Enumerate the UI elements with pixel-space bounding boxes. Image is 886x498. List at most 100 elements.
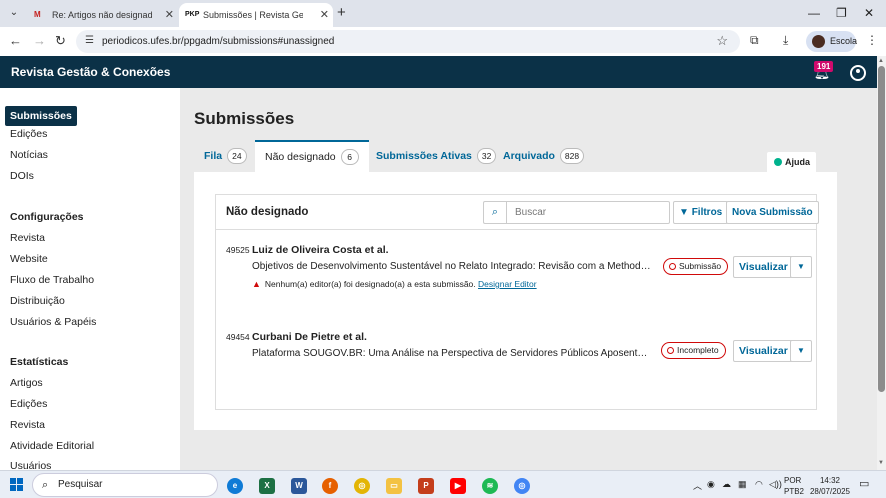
new-tab-button[interactable]: +	[337, 5, 346, 21]
tab-queue[interactable]: Fila 24	[204, 140, 247, 172]
windows-start-icon[interactable]	[10, 478, 23, 491]
chevron-down-icon[interactable]: ▼	[790, 340, 812, 362]
sidebar-item-issues[interactable]: Edições	[10, 127, 47, 141]
youtube-icon[interactable]: ▶	[450, 478, 466, 494]
sidebar-item-users-roles[interactable]: Usuários & Papéis	[10, 315, 96, 329]
list-title: Não designado	[226, 206, 309, 218]
address-bar[interactable]: ☰ periodicos.ufes.br/ppgadm/submissions#…	[76, 30, 740, 53]
submission-id: 49454	[226, 332, 250, 342]
tray-app-icon[interactable]: ◉	[707, 479, 715, 490]
submission-author: Curbani De Pietre et al.	[252, 331, 367, 343]
profile-name: Escola	[830, 36, 858, 46]
extensions-icon[interactable]: ⧉	[750, 33, 759, 48]
back-icon[interactable]: ←	[9, 33, 22, 49]
tab-search-menu-icon[interactable]: ⌄	[6, 5, 22, 21]
sidebar-item-distribution[interactable]: Distribuição	[10, 294, 65, 308]
url-text[interactable]: periodicos.ufes.br/ppgadm/submissions#un…	[102, 30, 334, 53]
taskbar-search[interactable]: ⌕ Pesquisar	[32, 473, 218, 497]
scroll-up-icon[interactable]: ▲	[878, 58, 884, 64]
bookmark-star-icon[interactable]: ☆	[716, 33, 728, 49]
chrome-active-icon[interactable]: ◎	[514, 478, 530, 494]
new-submission-button[interactable]: Nova Submissão	[726, 201, 819, 224]
view-button[interactable]: Visualizar	[733, 340, 794, 362]
pkp-icon: PKP	[185, 11, 200, 18]
notification-center-icon[interactable]: ▭	[859, 477, 869, 490]
tab-count: 828	[559, 148, 585, 165]
windows-taskbar: ⌕ Pesquisar e X W f ◎ ▭ P ▶ ≋ ◎ ︿ ◉ ☁ ▦ …	[0, 470, 886, 498]
volume-icon[interactable]: ◁))	[769, 479, 782, 490]
word-icon[interactable]: W	[291, 478, 307, 494]
tab-title: Submissões | Revista Gestão &	[203, 10, 303, 20]
sidebar-item-articles[interactable]: Artigos	[10, 376, 43, 390]
taskbar-search-label: Pesquisar	[58, 479, 103, 490]
powerpoint-icon[interactable]: P	[418, 478, 434, 494]
journal-title[interactable]: Revista Gestão & Conexões	[11, 56, 170, 88]
user-account-icon[interactable]	[850, 65, 866, 81]
sidebar-item-journal[interactable]: Revista	[10, 231, 45, 245]
file-explorer-icon[interactable]: ▭	[386, 478, 402, 494]
forward-icon[interactable]: →	[33, 33, 46, 49]
restore-icon[interactable]: ❐	[836, 5, 847, 21]
close-icon[interactable]: ✕	[320, 3, 329, 27]
help-button[interactable]: Ajuda	[767, 152, 816, 172]
sidebar-item-dois[interactable]: DOIs	[10, 169, 34, 183]
submission-warning: ▲ Nenhum(a) editor(a) foi designado(a) a …	[252, 279, 537, 289]
tab-label: Fila	[204, 150, 223, 162]
clock-time: 14:32	[819, 476, 841, 485]
input-language[interactable]: POR PTB2	[784, 475, 804, 497]
filter-icon: ▼	[679, 207, 692, 218]
site-info-icon[interactable]: ☰	[85, 35, 94, 46]
tab-active-submissions[interactable]: Submissões Ativas 32	[376, 140, 497, 172]
excel-icon[interactable]: X	[259, 478, 275, 494]
wifi-icon[interactable]: ◠	[755, 479, 763, 490]
chrome-icon[interactable]: ◎	[354, 478, 370, 494]
view-button[interactable]: Visualizar	[733, 256, 794, 278]
spotify-icon[interactable]: ≋	[482, 478, 498, 494]
tab-panel: Não designado ⌕ ▼ Filtros Nova Submissão…	[194, 172, 837, 430]
search-input[interactable]	[506, 201, 670, 224]
scrollbar-thumb[interactable]	[878, 66, 885, 392]
download-icon[interactable]: ⤓	[783, 33, 788, 48]
list-header: Não designado ⌕ ▼ Filtros Nova Submissão	[216, 195, 819, 230]
scroll-down-icon[interactable]: ▼	[878, 460, 884, 466]
cloud-icon[interactable]: ☁	[722, 479, 731, 490]
browser-tab-email[interactable]: M Re: Artigos não designados [#4 ✕	[28, 3, 178, 27]
firefox-icon[interactable]: f	[322, 478, 338, 494]
page-scrollbar[interactable]: ▲ ▼	[877, 56, 886, 470]
submissions-list: Não designado ⌕ ▼ Filtros Nova Submissão…	[215, 194, 819, 410]
system-clock[interactable]: 14:32 28/07/2025	[806, 475, 854, 497]
profile-button[interactable]: Escola	[806, 31, 858, 52]
assign-editor-link[interactable]: Designar Editor	[478, 279, 537, 289]
tray-chevron-icon[interactable]: ︿	[693, 479, 702, 492]
sidebar-item-stats-issues[interactable]: Edições	[10, 397, 47, 411]
browser-tab-submissions[interactable]: PKP Submissões | Revista Gestão & ✕	[179, 3, 333, 27]
chevron-down-icon[interactable]: ▼	[790, 256, 812, 278]
tab-count: 24	[227, 148, 247, 165]
keyboard-icon[interactable]: ▦	[738, 479, 747, 490]
tab-title: Re: Artigos não designados [#4	[52, 10, 152, 20]
warning-text: Nenhum(a) editor(a) foi designado(a) a e…	[264, 279, 476, 289]
list-item: 49454 Curbani De Pietre et al. Plataform…	[216, 321, 816, 401]
tab-unassigned[interactable]: Não designado 6	[255, 140, 369, 172]
search-icon[interactable]: ⌕	[483, 201, 506, 224]
sidebar-item-workflow[interactable]: Fluxo de Trabalho	[10, 273, 94, 287]
reload-icon[interactable]: ↻	[55, 33, 66, 49]
sidebar-item-editorial-activity[interactable]: Atividade Editorial	[10, 439, 94, 453]
browser-menu-icon[interactable]: ⋮	[866, 33, 878, 47]
sidebar-item-news[interactable]: Notícias	[10, 148, 48, 162]
status-badge: Incompleto	[661, 342, 726, 359]
minimize-icon[interactable]: —	[808, 5, 820, 21]
sidebar-heading-statistics: Estatísticas	[10, 356, 69, 368]
sidebar-item-stats-journal[interactable]: Revista	[10, 418, 45, 432]
tab-label: Arquivado	[503, 150, 555, 162]
sidebar-item-submissions[interactable]: Submissões	[5, 106, 77, 126]
submission-title: Plataforma SOUGOV.BR: Uma Análise na Per…	[252, 348, 652, 359]
status-label: Incompleto	[677, 345, 719, 355]
close-window-icon[interactable]: ✕	[864, 5, 874, 21]
tab-count: 32	[476, 148, 497, 165]
filters-button[interactable]: ▼ Filtros	[673, 201, 729, 224]
tab-archived[interactable]: Arquivado 828	[503, 140, 585, 172]
edge-icon[interactable]: e	[227, 478, 243, 494]
sidebar-item-website[interactable]: Website	[10, 252, 48, 266]
close-icon[interactable]: ✕	[165, 3, 174, 27]
